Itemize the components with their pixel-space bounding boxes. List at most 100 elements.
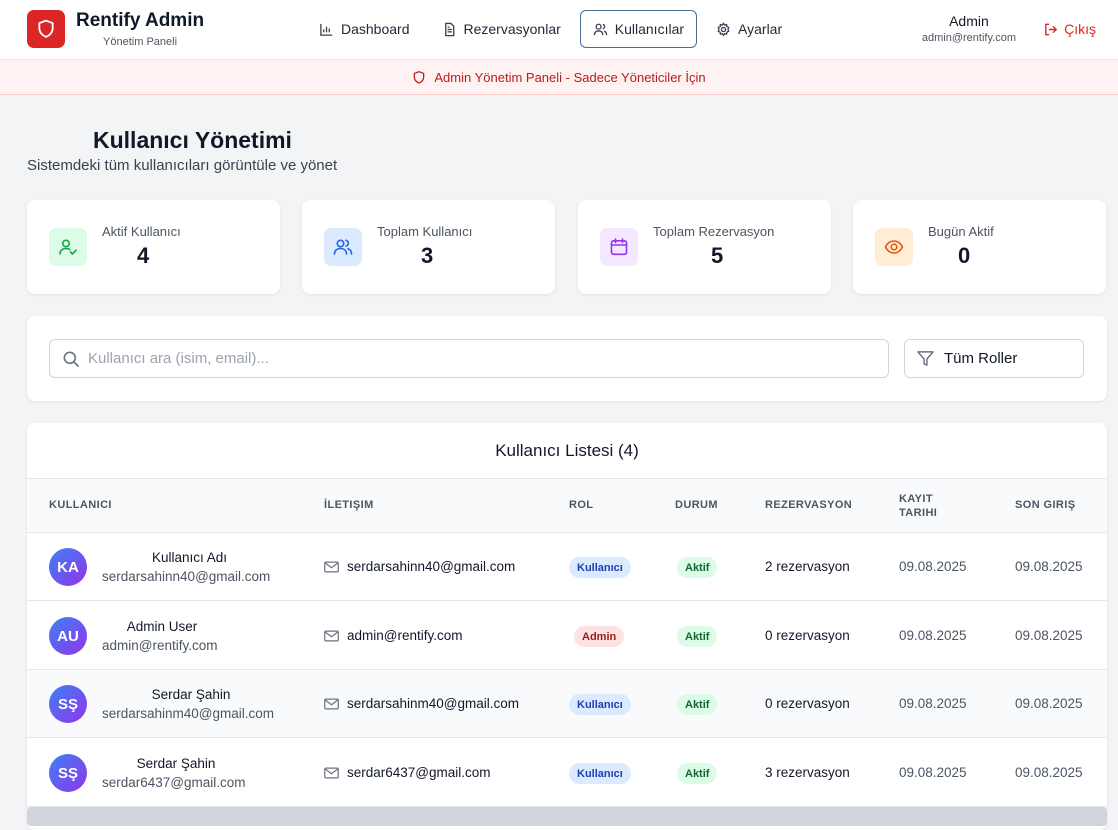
nav-item-ayarlar[interactable]: Ayarlar — [703, 10, 795, 48]
table-row[interactable]: AU Admin User admin@rentify.com admin@re… — [27, 602, 1107, 670]
nav-item-label: Dashboard — [341, 21, 410, 37]
search-panel: Tüm Roller — [27, 316, 1107, 401]
stat-card-total-reservations: Toplam Rezervasyon 5 — [578, 200, 831, 294]
contact-email: serdarsahinn40@gmail.com — [347, 559, 516, 574]
role-filter-dropdown[interactable]: Tüm Roller — [904, 339, 1084, 378]
reservation-count: 2 rezervasyon — [765, 559, 850, 574]
status-badge: Aktif — [677, 763, 718, 784]
user-email: serdar6437@gmail.com — [102, 775, 246, 790]
shield-logo-icon — [27, 10, 65, 48]
gear-icon — [717, 21, 730, 36]
bar-chart-icon — [320, 23, 333, 36]
logout-button[interactable]: Çıkış — [1043, 21, 1096, 37]
stat-value: 4 — [137, 243, 150, 268]
avatar: SŞ — [49, 754, 87, 792]
stat-label: Toplam Kullanıcı — [377, 224, 473, 239]
search-input[interactable] — [88, 350, 868, 367]
avatar: AU — [49, 617, 87, 655]
banner-text: Admin Yönetim Paneli - Sadece Yöneticile… — [434, 69, 706, 85]
document-icon — [444, 22, 454, 36]
nav-item-label: Ayarlar — [738, 21, 783, 37]
admin-banner: Admin Yönetim Paneli - Sadece Yöneticile… — [0, 60, 1118, 95]
logout-label: Çıkış — [1064, 21, 1096, 37]
shield-icon — [414, 70, 425, 84]
user-name: Admin — [949, 13, 989, 29]
last-login-date: 09.08.2025 — [1015, 559, 1083, 574]
registration-date: 09.08.2025 — [899, 696, 967, 711]
stat-label: Aktif Kullanıcı — [102, 224, 181, 239]
user-info: Admin admin@rentify.com — [922, 13, 1016, 44]
last-login-date: 09.08.2025 — [1015, 765, 1083, 780]
mail-icon — [324, 698, 339, 709]
status-badge: Aktif — [677, 626, 718, 647]
table-row[interactable]: SŞ Serdar Şahin serdar6437@gmail.com ser… — [27, 739, 1107, 807]
role-badge: Admin — [574, 626, 625, 647]
logout-icon — [1045, 23, 1057, 35]
nav-item-dashboard[interactable]: Dashboard — [306, 10, 423, 48]
page-subtitle: Sistemdeki tüm kullanıcıları görüntüle v… — [27, 157, 338, 174]
contact-email-link[interactable]: serdarsahinn40@gmail.com — [324, 559, 515, 574]
reservation-count: 0 rezervasyon — [765, 628, 850, 643]
user-email: admin@rentify.com — [102, 638, 218, 653]
stat-label: Bugün Aktif — [928, 224, 994, 239]
contact-email: serdar6437@gmail.com — [347, 765, 491, 780]
contact-email-link[interactable]: serdarsahinm40@gmail.com — [324, 696, 519, 711]
role-filter-label: Tüm Roller — [944, 350, 1018, 367]
horizontal-scrollbar[interactable] — [27, 807, 1107, 826]
reservation-count: 0 rezervasyon — [765, 696, 850, 711]
user-name: Serdar Şahin — [136, 756, 216, 771]
table-title: Kullanıcı Listesi (4) — [27, 423, 1107, 479]
column-header: KULLANICI — [49, 499, 112, 511]
column-header: DURUM — [675, 499, 718, 511]
nav-item-label: Kullanıcılar — [614, 21, 685, 37]
users-table: Kullanıcı Listesi (4) KULLANICI İLETIŞIM… — [27, 423, 1107, 830]
contact-email: serdarsahinm40@gmail.com — [347, 696, 520, 711]
mail-icon — [324, 767, 339, 778]
table-row[interactable]: KA Kullanıcı Adı serdarsahinn40@gmail.co… — [27, 533, 1107, 601]
table-row[interactable]: SŞ Serdar Şahin serdarsahinm40@gmail.com… — [27, 670, 1107, 738]
contact-email-link[interactable]: serdar6437@gmail.com — [324, 765, 491, 780]
nav-item-rezervasyonlar[interactable]: Rezervasyonlar — [429, 10, 574, 48]
filter-icon — [917, 351, 934, 366]
status-badge: Aktif — [677, 557, 718, 578]
registration-date: 09.08.2025 — [899, 559, 967, 574]
stat-card-total-users: Toplam Kullanıcı 3 — [302, 200, 555, 294]
brand[interactable]: Rentify Admin Yönetim Paneli — [27, 10, 204, 48]
nav-item-kullanicilar[interactable]: Kullanıcılar — [579, 10, 698, 48]
stat-value: 0 — [958, 243, 971, 268]
calendar-icon — [600, 228, 638, 266]
last-login-date: 09.08.2025 — [1015, 696, 1083, 711]
role-badge: Kullanıcı — [569, 694, 631, 715]
avatar: KA — [49, 548, 87, 586]
column-header: ROL — [569, 499, 594, 511]
user-name: Serdar Şahin — [151, 687, 231, 702]
stat-value: 3 — [421, 243, 434, 268]
user-name: Admin User — [126, 619, 198, 634]
stat-value: 5 — [711, 243, 724, 268]
eye-icon — [875, 228, 913, 266]
contact-email-link[interactable]: admin@rentify.com — [324, 628, 463, 643]
registration-date: 09.08.2025 — [899, 628, 967, 643]
app-title: Rentify Admin — [76, 10, 205, 31]
search-icon — [63, 351, 79, 367]
top-header: Rentify Admin Yönetim Paneli Dashboard R… — [0, 0, 1118, 60]
users-icon — [324, 228, 362, 266]
user-email: serdarsahinm40@gmail.com — [102, 706, 275, 721]
mail-icon — [324, 630, 339, 641]
column-header: REZERVASYON — [765, 499, 853, 511]
page-title: Kullanıcı Yönetimi — [93, 127, 292, 153]
role-badge: Kullanıcı — [569, 557, 631, 578]
table-header: KULLANICI İLETIŞIM ROL DURUM REZERVASYON… — [27, 479, 1107, 533]
search-box[interactable] — [49, 339, 889, 378]
stat-label: Toplam Rezervasyon — [653, 224, 775, 239]
role-badge: Kullanıcı — [569, 763, 631, 784]
app-subtitle: Yönetim Paneli — [103, 36, 178, 48]
user-name: Kullanıcı Adı — [151, 550, 228, 565]
last-login-date: 09.08.2025 — [1015, 628, 1083, 643]
reservation-count: 3 rezervasyon — [765, 765, 850, 780]
user-check-icon — [49, 228, 87, 266]
user-email: serdarsahinn40@gmail.com — [102, 569, 271, 584]
contact-email: admin@rentify.com — [347, 628, 463, 643]
stat-card-active-users: Aktif Kullanıcı 4 — [27, 200, 280, 294]
column-header: İLETIŞIM — [324, 499, 374, 511]
